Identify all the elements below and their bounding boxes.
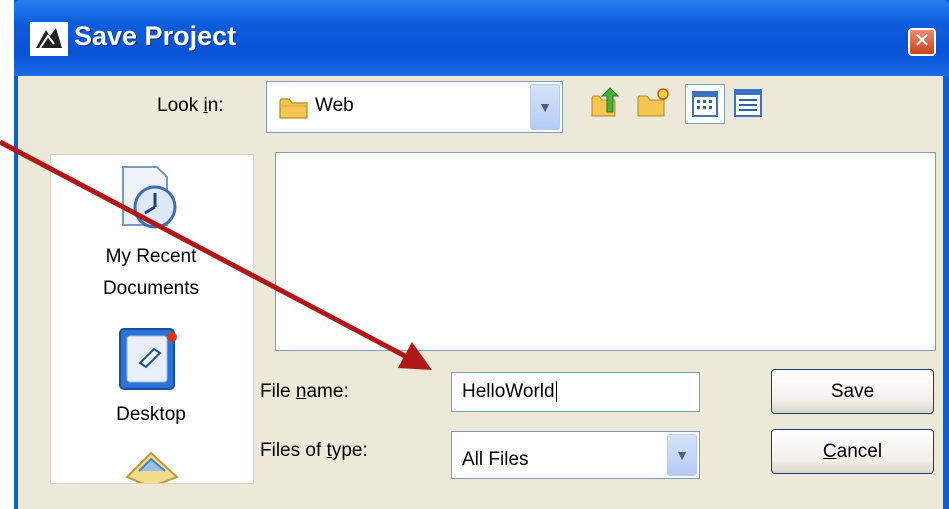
chevron-down-icon: ▼ bbox=[675, 447, 689, 463]
recent-documents-icon bbox=[122, 166, 177, 229]
file-list-pane[interactable] bbox=[275, 152, 936, 351]
details-view-icon[interactable] bbox=[731, 86, 765, 120]
cancel-button[interactable]: Cancel bbox=[771, 429, 934, 474]
my-documents-icon[interactable] bbox=[121, 447, 183, 484]
close-icon: ✕ bbox=[913, 30, 931, 52]
title-bar[interactable]: Save Project ✕ bbox=[14, 0, 949, 76]
look-in-dropdown[interactable]: Web ▼ bbox=[266, 81, 563, 133]
text-caret bbox=[555, 381, 557, 402]
save-project-dialog: Save Project ✕ Look in: Web ▼ My Recent … bbox=[14, 0, 949, 509]
folder-icon bbox=[279, 98, 308, 119]
look-in-value: Web bbox=[315, 95, 354, 116]
up-one-level-icon[interactable] bbox=[589, 86, 623, 120]
save-button[interactable]: Save bbox=[771, 369, 934, 414]
file-type-label: Files of type: bbox=[260, 440, 368, 461]
look-in-label: Look in: bbox=[157, 95, 224, 116]
recent-documents-label-line1: My Recent bbox=[105, 246, 197, 267]
close-button[interactable]: ✕ bbox=[908, 28, 936, 56]
dialog-title: Save Project bbox=[74, 21, 237, 51]
file-name-input[interactable]: HelloWorld bbox=[451, 372, 700, 412]
file-name-value: HelloWorld bbox=[462, 381, 555, 402]
create-new-folder-icon[interactable] bbox=[636, 86, 670, 120]
file-type-value: All Files bbox=[462, 449, 529, 470]
places-bar: My Recent Documents Desktop bbox=[50, 154, 254, 484]
desktop-icon bbox=[119, 328, 177, 390]
file-type-dropdown-arrow[interactable]: ▼ bbox=[667, 434, 697, 476]
file-name-label: File name: bbox=[260, 381, 349, 402]
recent-documents-label-line2: Documents bbox=[102, 278, 200, 299]
look-in-dropdown-arrow[interactable]: ▼ bbox=[530, 84, 560, 130]
desktop-label: Desktop bbox=[116, 404, 186, 425]
list-view-button[interactable] bbox=[685, 84, 725, 124]
app-logo-icon bbox=[30, 22, 68, 56]
file-type-dropdown[interactable]: All Files ▼ bbox=[451, 431, 700, 479]
chevron-down-icon: ▼ bbox=[538, 99, 552, 115]
list-view-icon bbox=[692, 91, 718, 117]
